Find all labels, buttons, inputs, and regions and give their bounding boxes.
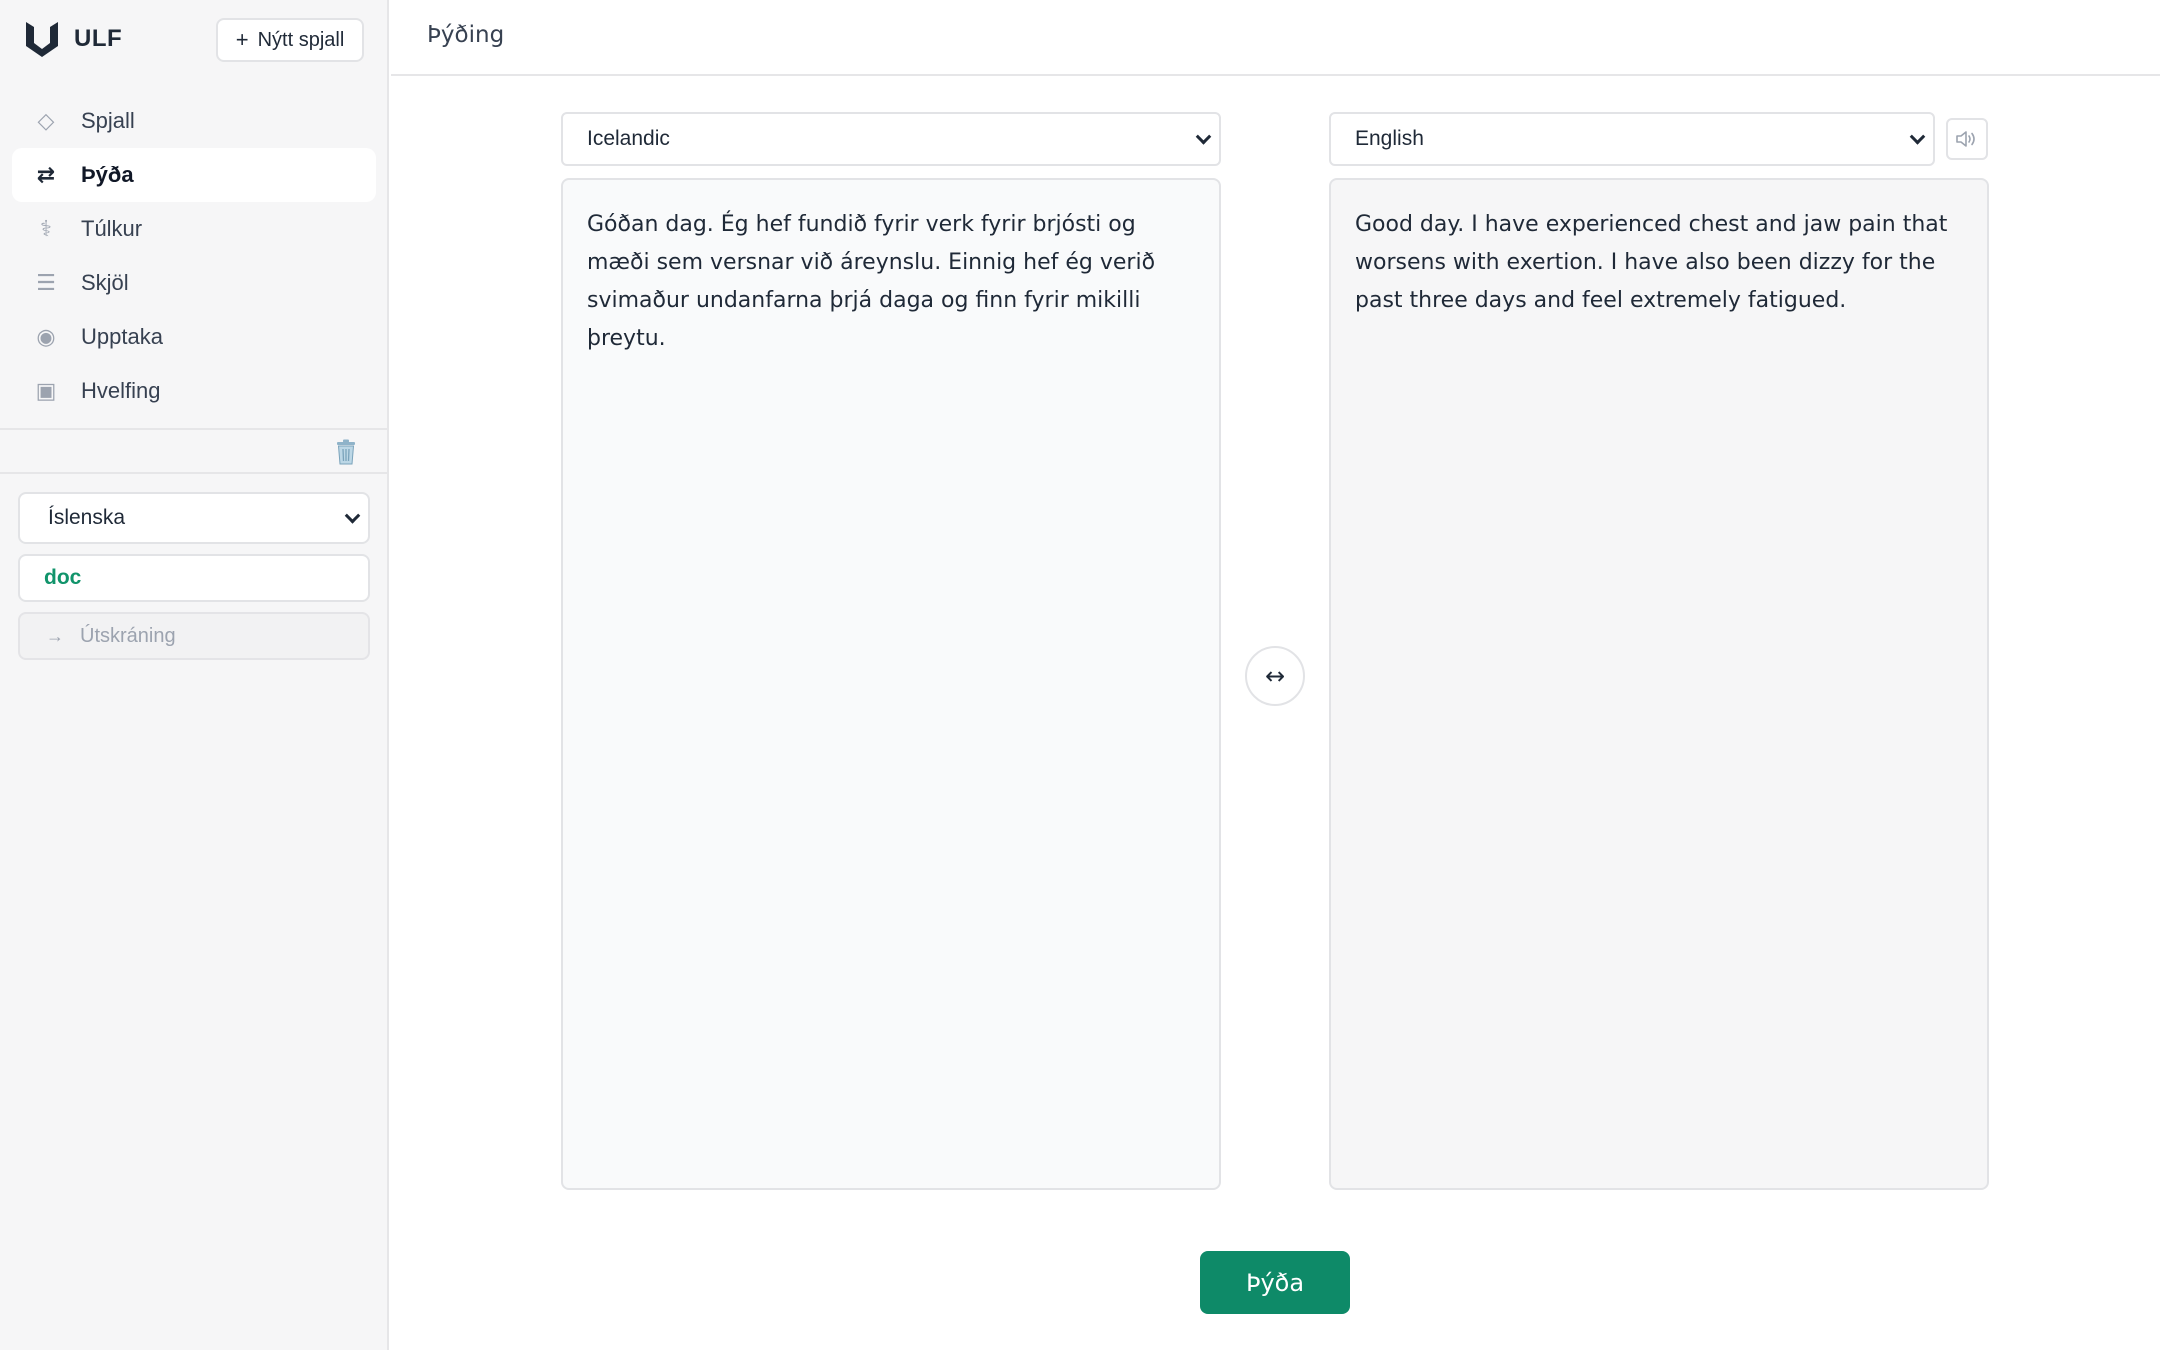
arrow-right-icon: → [46,625,64,646]
sidebar-item-thyda[interactable]: ⇄ Þýða [12,148,376,202]
source-language-value: Icelandic [587,127,670,150]
sidebar-item-label: Þýða [81,162,134,187]
new-chat-button[interactable]: + Nýtt spjall [216,18,364,62]
shield-logo-icon [26,22,58,57]
translate-label: Þýða [1245,1268,1305,1297]
interface-language-value: Íslenska [48,506,126,529]
target-language-select[interactable]: English [1329,112,1935,166]
sidebar-item-label: Spjall [81,108,135,133]
plus-icon: + [235,27,249,52]
medical-icon: ⚕ [40,216,52,242]
trash-icon [337,439,355,465]
chevron-down-icon [1195,129,1212,145]
new-chat-label: Nýtt spjall [257,28,345,51]
lines-icon: ☰ [36,270,56,296]
chevron-down-icon [1909,129,1926,145]
logout-label: Útskráning [80,624,176,647]
sidebar-item-upptaka[interactable]: ◉ Upptaka [12,310,376,364]
translated-text: Good day. I have experienced chest and j… [1355,212,1948,313]
source-text-input[interactable]: Góðan dag. Ég hef fundið fyrir verk fyri… [561,178,1221,1190]
sidebar-item-tulkur[interactable]: ⚕ Túlkur [12,202,376,256]
brand-name: ULF [74,25,123,52]
sidebar-item-label: Skjöl [81,270,129,295]
divider [0,428,389,430]
divider [0,472,389,474]
logo[interactable]: ULF [22,18,122,60]
swap-icon: ↔ [1264,662,1286,690]
page-title: Þýðing [427,22,505,48]
sidebar-item-skjol[interactable]: ☰ Skjöl [12,256,376,310]
speak-button[interactable] [1946,118,1988,160]
swap-arrows-icon: ⇄ [36,162,56,188]
sidebar-item-spjall[interactable]: ◇ Spjall [12,94,376,148]
target-language-value: English [1355,127,1424,150]
sidebar-item-label: Hvelfing [81,378,161,403]
sidebar-header: ULF + Nýtt spjall [0,0,389,80]
swap-languages-button[interactable]: ↔ [1245,646,1305,706]
logout-button[interactable]: → Útskráning [18,612,370,660]
sidebar: ULF + Nýtt spjall ◇ Spjall ⇄ Þýða ⚕ Túlk… [0,0,389,1350]
user-badge: doc [18,554,370,602]
chevron-down-icon [344,508,361,524]
sidebar-item-label: Upptaka [81,324,163,349]
record-icon: ◉ [36,324,56,350]
interface-language-select[interactable]: Íslenska [18,492,370,544]
username: doc [44,566,82,589]
trash-button[interactable] [331,437,361,467]
source-language-select[interactable]: Icelandic [561,112,1221,166]
translation-output: Good day. I have experienced chest and j… [1329,178,1989,1190]
vault-icon: ▣ [35,378,57,404]
top-bar: Þýðing [391,0,2160,76]
sidebar-item-label: Túlkur [81,216,143,241]
speaker-icon [1956,131,1975,147]
source-text: Góðan dag. Ég hef fundið fyrir verk fyri… [587,212,1156,351]
translate-button[interactable]: Þýða [1200,1251,1350,1314]
diamond-icon: ◇ [37,108,55,134]
sidebar-item-hvelfing[interactable]: ▣ Hvelfing [12,364,376,418]
